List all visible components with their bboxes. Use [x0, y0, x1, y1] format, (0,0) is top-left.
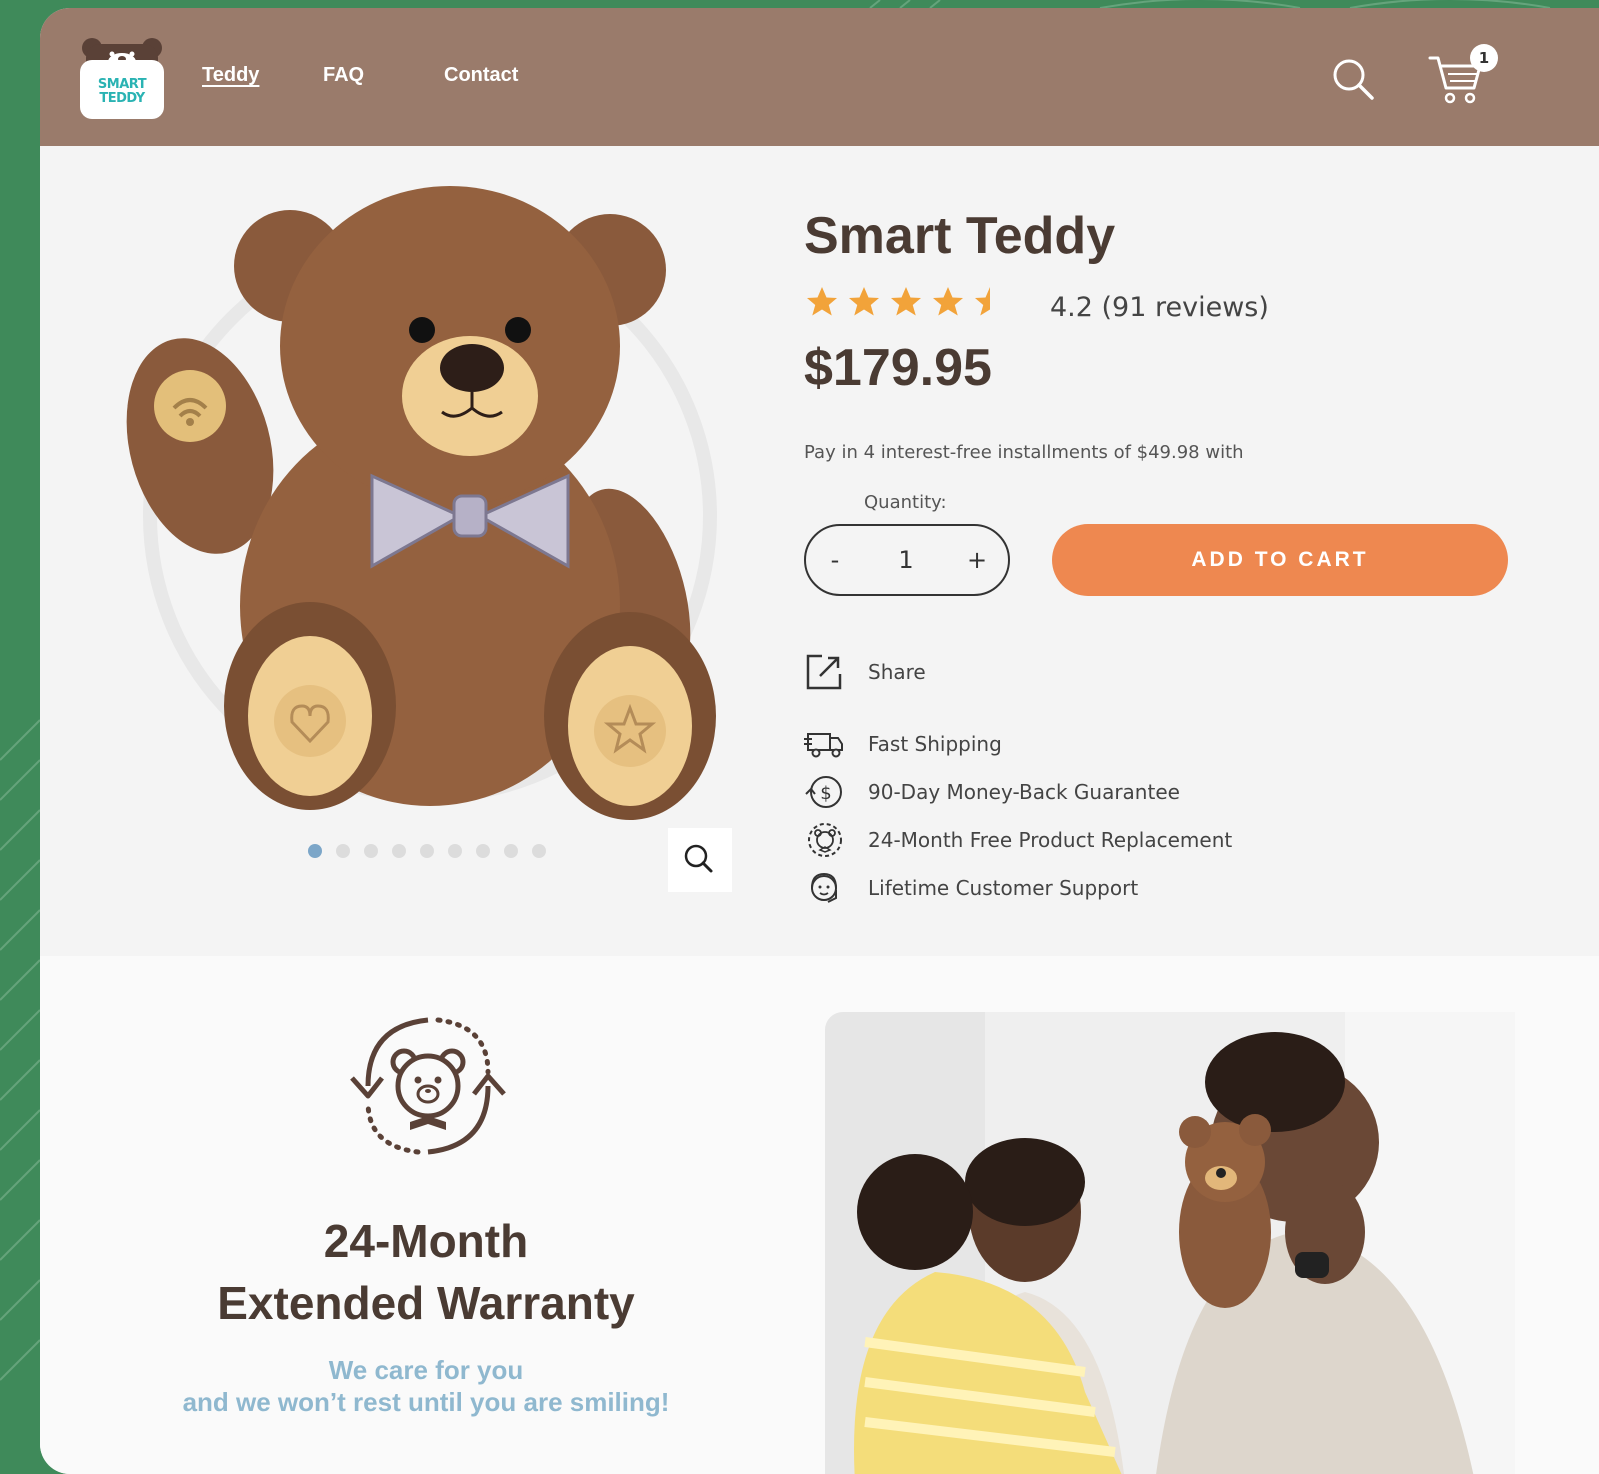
money-back-icon: $ [805, 776, 842, 808]
gallery-dot[interactable] [532, 844, 546, 858]
feature-label: Lifetime Customer Support [868, 876, 1139, 900]
feature-fast-shipping: Fast Shipping [804, 724, 1284, 764]
installments-text: Pay in 4 interest-free installments of $… [804, 442, 1244, 463]
product-price: $179.95 [804, 339, 992, 397]
product-info: Smart Teddy 4.2 (91 reviews) $179.95 Pay… [804, 146, 1564, 956]
share-label: Share [868, 660, 926, 684]
quantity-decrease-button[interactable]: - [820, 526, 850, 594]
site-logo[interactable]: SMART TEDDY [80, 34, 164, 119]
feature-label: 90-Day Money-Back Guarantee [868, 780, 1180, 804]
star-icon [807, 287, 837, 316]
share-icon [806, 654, 842, 690]
feature-label: Fast Shipping [868, 732, 1002, 756]
warranty-title: 24-Month Extended Warranty [40, 1210, 812, 1334]
site-header: SMART TEDDY Teddy FAQ Contact 1 [40, 8, 1599, 146]
header-search-button[interactable] [1330, 56, 1376, 102]
quantity-value[interactable]: 1 [876, 526, 936, 594]
zoom-icon [684, 844, 713, 873]
feature-money-back: $ 90-Day Money-Back Guarantee [804, 772, 1284, 812]
gallery-dot[interactable] [448, 844, 462, 858]
gallery-dots [308, 844, 546, 858]
gallery-dot[interactable] [336, 844, 350, 858]
star-icon [891, 287, 921, 316]
logo-text-line2: TEDDY [99, 91, 145, 106]
page-frame: SMART TEDDY Teddy FAQ Contact 1 Smart Te… [40, 8, 1599, 1474]
search-icon [1333, 59, 1374, 100]
gallery-dot[interactable] [476, 844, 490, 858]
feature-support: Lifetime Customer Support [804, 868, 1284, 908]
half-star-icon [975, 287, 990, 316]
gallery-dot[interactable] [504, 844, 518, 858]
svg-text:$: $ [820, 783, 831, 804]
warranty-bear-cycle-icon [350, 1017, 506, 1155]
star-icon [933, 287, 963, 316]
rating-text[interactable]: 4.2 (91 reviews) [1050, 292, 1269, 323]
gallery-dot[interactable] [420, 844, 434, 858]
product-image-teddy-bear[interactable] [110, 186, 730, 826]
truck-icon [804, 733, 843, 758]
replacement-icon [808, 823, 842, 857]
gallery-dot[interactable] [364, 844, 378, 858]
warranty-title-line2: Extended Warranty [217, 1277, 635, 1329]
rating-stars [804, 284, 1008, 320]
quantity-stepper: - 1 + [804, 524, 1010, 596]
family-photo [825, 1012, 1515, 1474]
support-icon [811, 872, 837, 903]
feature-label: 24-Month Free Product Replacement [868, 828, 1233, 852]
product-title: Smart Teddy [804, 207, 1116, 265]
quantity-label: Quantity: [864, 492, 947, 513]
warranty-title-line1: 24-Month [323, 1215, 529, 1267]
share-button[interactable]: Share [804, 650, 1004, 694]
image-zoom-button[interactable] [668, 828, 732, 892]
gallery-dot[interactable] [308, 844, 322, 858]
warranty-subtitle: We care for you and we won’t rest until … [40, 1354, 812, 1418]
logo-text-line1: SMART [97, 77, 147, 92]
nav-teddy[interactable]: Teddy [202, 64, 259, 87]
header-cart-button[interactable]: 1 [1428, 44, 1498, 108]
product-section: Smart Teddy 4.2 (91 reviews) $179.95 Pay… [40, 146, 1599, 956]
quantity-increase-button[interactable]: + [962, 526, 992, 594]
add-to-cart-button[interactable]: ADD TO CART [1052, 524, 1508, 596]
nav-faq[interactable]: FAQ [323, 64, 364, 87]
gallery-dot[interactable] [392, 844, 406, 858]
feature-replacement: 24-Month Free Product Replacement [804, 820, 1284, 860]
warranty-section: 24-Month Extended Warranty We care for y… [40, 956, 1599, 1474]
cart-count-badge: 1 [1470, 44, 1498, 72]
warranty-subtitle-line1: We care for you [328, 1355, 524, 1385]
warranty-subtitle-line2: and we won’t rest until you are smiling! [182, 1387, 670, 1417]
star-icon [849, 287, 879, 316]
logo-text: SMART TEDDY [80, 78, 164, 106]
nav-contact[interactable]: Contact [444, 64, 518, 87]
